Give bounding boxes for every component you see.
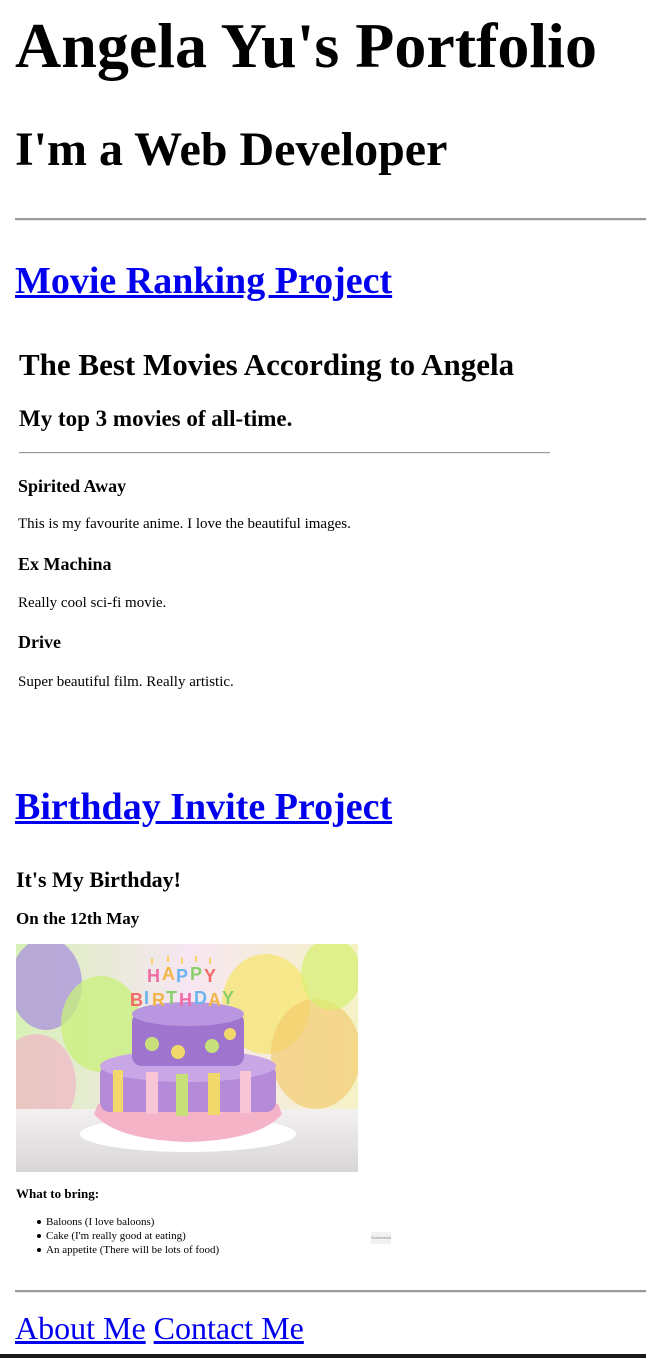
movie-ranking-project-link[interactable]: Movie Ranking Project [15, 258, 392, 304]
birthday-title: It's My Birthday! [16, 867, 181, 892]
svg-text:Y: Y [222, 988, 234, 1008]
birthday-cake-image: H A P P Y B I R T H D A Y [16, 944, 358, 1172]
list-item: An appetite (There will be lots of food) [46, 1244, 220, 1256]
svg-text:H: H [179, 990, 192, 1010]
contact-me-link[interactable]: Contact Me [154, 1310, 304, 1346]
svg-text:P: P [190, 964, 202, 984]
movie-page-title: The Best Movies According to Angela [19, 347, 515, 382]
movie-title: Spirited Away [18, 476, 127, 496]
list-item: Cake (I'm really good at eating) [46, 1230, 186, 1242]
svg-text:T: T [166, 988, 177, 1008]
movie-page-subtitle: My top 3 movies of all-time. [19, 406, 293, 431]
page-subtitle: I'm a Web Developer [15, 123, 448, 176]
what-to-bring-heading: What to bring: [16, 1186, 100, 1201]
movie-title: Drive [18, 632, 61, 652]
movie-title: Ex Machina [18, 554, 112, 574]
svg-text:D: D [194, 988, 207, 1008]
footer-divider [15, 1290, 646, 1293]
movie-description: Super beautiful film. Really artistic. [18, 674, 234, 690]
movie-ranking-iframe[interactable]: The Best Movies According to Angela My t… [14, 332, 634, 712]
birthday-invite-project-link[interactable]: Birthday Invite Project [15, 784, 392, 830]
svg-text:P: P [176, 966, 188, 986]
about-me-link[interactable]: About Me [15, 1310, 146, 1346]
svg-text:R: R [152, 990, 165, 1010]
section-divider [15, 218, 646, 221]
svg-text:A: A [162, 964, 175, 984]
footer-links: About Me Contact Me [15, 1308, 304, 1348]
movie-divider [19, 452, 550, 454]
list-bullet [37, 1234, 41, 1238]
list-bullet [37, 1220, 41, 1224]
svg-text:Y: Y [204, 966, 216, 986]
page-title: Angela Yu's Portfolio [15, 10, 597, 81]
list-bullet [37, 1248, 41, 1252]
movie-description: This is my favourite anime. I love the b… [18, 516, 351, 532]
movie-description: Really cool sci-fi movie. [18, 595, 167, 611]
svg-text:B: B [130, 990, 143, 1010]
svg-text:A: A [208, 990, 221, 1010]
list-item: Baloons (I love baloons) [46, 1216, 155, 1228]
svg-text:I: I [144, 988, 149, 1008]
window-bottom-bar [0, 1354, 646, 1358]
svg-text:H: H [147, 966, 160, 986]
screenshot-chip: Screenshot [371, 1232, 391, 1244]
birthday-date: On the 12th May [16, 909, 140, 928]
